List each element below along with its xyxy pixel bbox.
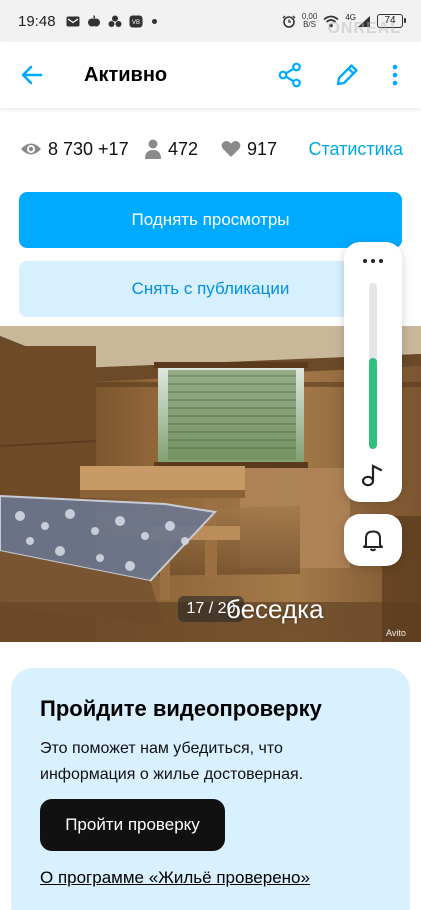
volume-level (369, 358, 377, 449)
statistics-link[interactable]: Статистика (308, 139, 403, 160)
photo-watermark: Avito (386, 628, 406, 638)
page-title: Активно (84, 64, 168, 86)
contacts-count: 472 (168, 138, 199, 159)
start-verification-button[interactable]: Пройти проверку (40, 799, 225, 851)
views-count: 8 730 +17 (48, 138, 129, 159)
share-icon[interactable] (278, 62, 302, 88)
heart-icon (221, 141, 241, 157)
status-bar: 19:48 VB 0,00 B/S 4G 74 ONREAL (0, 0, 421, 42)
boost-views-button[interactable]: Поднять просмотры (19, 192, 402, 248)
cluster-icon (108, 15, 122, 27)
photo-caption: беседка (226, 594, 324, 624)
favorites-stat: 917 (221, 139, 301, 160)
edit-pencil-icon[interactable] (334, 62, 360, 88)
volume-overlay (344, 242, 402, 502)
card-description: Это поможет нам убедиться, что информаци… (40, 740, 304, 783)
status-time: 19:48 (18, 12, 56, 30)
views-stat: 8 730 +17 (20, 139, 140, 160)
card-title: Пройдите видеопроверку (40, 696, 322, 721)
svg-text:VB: VB (132, 20, 140, 26)
network-speed: 0,00 B/S (301, 12, 318, 29)
top-app-bar: Активно (0, 42, 421, 108)
eye-icon (21, 143, 41, 155)
program-info-link[interactable]: О программе «Жильё проверено» (40, 868, 310, 888)
watermark: ONREAL (327, 20, 401, 37)
ringer-mode-button[interactable] (344, 514, 402, 566)
more-vertical-icon[interactable] (388, 64, 402, 86)
mail-icon (66, 16, 80, 26)
more-horizontal-icon[interactable] (362, 256, 384, 266)
listing-stats: 8 730 +17 472 917 Статистика (20, 136, 403, 162)
back-arrow-icon[interactable] (20, 63, 44, 87)
notification-icons: VB (66, 15, 157, 28)
favorites-count: 917 (247, 138, 278, 159)
bell-icon (363, 530, 383, 552)
more-notifications-dot (151, 18, 157, 24)
apple-icon (87, 15, 100, 26)
volume-slider[interactable] (369, 283, 377, 449)
music-note-icon[interactable] (360, 462, 386, 488)
alarm-icon (282, 15, 296, 28)
video-verification-card: Пройдите видеопроверку Это поможет нам у… (11, 668, 410, 910)
person-icon (145, 139, 161, 159)
app-badge-icon: VB (129, 15, 143, 27)
contacts-stat: 472 (144, 139, 219, 160)
